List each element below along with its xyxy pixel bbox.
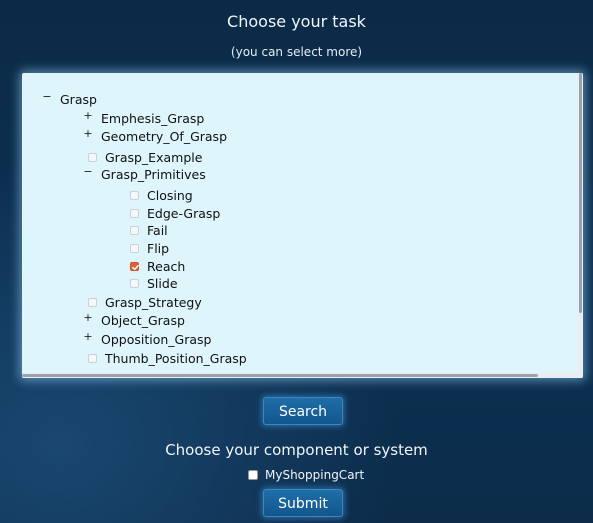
tree-node-label: Closing: [147, 188, 193, 203]
submit-button[interactable]: Submit: [263, 489, 343, 517]
tree-node-label: Emphesis_Grasp: [101, 111, 205, 126]
horizontal-scrollbar[interactable]: [22, 373, 583, 378]
tree-node-slide[interactable]: Slide: [130, 275, 178, 292]
tree-node-label: Grasp: [60, 92, 97, 107]
tree-node-label: Grasp_Primitives: [101, 167, 206, 182]
tree-node-reach[interactable]: Reach: [130, 258, 185, 275]
checkbox-checked[interactable]: [130, 262, 139, 271]
page-title: Choose your task: [227, 12, 366, 31]
component-option-myshoppingcart[interactable]: MyShoppingCart: [248, 467, 364, 483]
collapse-icon[interactable]: −: [42, 91, 52, 102]
tree-node-label: Object_Grasp: [101, 313, 185, 328]
tree-node-grasp-example[interactable]: Grasp_Example: [88, 149, 202, 166]
vertical-scrollbar[interactable]: [578, 73, 583, 373]
checkbox[interactable]: [88, 354, 97, 363]
tree-node-fail[interactable]: Fail: [130, 222, 168, 239]
tree-node-label: Grasp_Strategy: [105, 295, 202, 310]
tree-node-label: Reach: [147, 259, 186, 274]
horizontal-scrollbar-thumb[interactable]: [22, 374, 538, 377]
tree-node-edge-grasp[interactable]: Edge-Grasp: [130, 205, 220, 222]
tree-node-label: Slide: [147, 276, 178, 291]
tree-node-object-grasp[interactable]: + Object_Grasp: [83, 312, 185, 329]
tree-node-thumb-position-grasp[interactable]: Thumb_Position_Grasp: [88, 350, 247, 367]
checkbox[interactable]: [88, 298, 97, 307]
collapse-icon[interactable]: −: [83, 166, 93, 177]
tree-node-label: Opposition_Grasp: [101, 332, 212, 347]
tree-node-flip[interactable]: Flip: [130, 240, 169, 257]
tree-node-label: Fail: [147, 223, 168, 238]
checkbox[interactable]: [130, 191, 139, 200]
expand-icon[interactable]: +: [83, 110, 93, 121]
checkbox[interactable]: [130, 279, 139, 288]
vertical-scrollbar-thumb[interactable]: [579, 73, 582, 313]
checkbox[interactable]: [130, 244, 139, 253]
task-tree-panel: − Grasp + Emphesis_Grasp + Geometry_Of_G…: [22, 73, 583, 378]
task-tree: − Grasp + Emphesis_Grasp + Geometry_Of_G…: [22, 73, 578, 373]
checkbox[interactable]: [88, 153, 97, 162]
tree-node-label: Grasp_Example: [105, 150, 203, 165]
checkbox[interactable]: [130, 226, 139, 235]
component-option-label: MyShoppingCart: [265, 468, 365, 482]
expand-icon[interactable]: +: [83, 331, 93, 342]
page-subtitle: (you can select more): [230, 45, 363, 59]
tree-node-grasp-primitives[interactable]: − Grasp_Primitives: [83, 166, 206, 183]
tree-node-label: Edge-Grasp: [147, 206, 221, 221]
expand-icon[interactable]: +: [83, 128, 93, 139]
tree-node-label: Thumb_Position_Grasp: [105, 351, 247, 366]
tree-node-label: Flip: [147, 241, 170, 256]
tree-node-opposition-grasp[interactable]: + Opposition_Grasp: [83, 331, 211, 348]
tree-node-label: Geometry_Of_Grasp: [101, 129, 228, 144]
expand-icon[interactable]: +: [83, 312, 93, 323]
search-button[interactable]: Search: [263, 397, 343, 425]
tree-node-emphesis-grasp[interactable]: + Emphesis_Grasp: [83, 110, 204, 127]
tree-node-closing[interactable]: Closing: [130, 187, 193, 204]
checkbox[interactable]: [248, 470, 258, 480]
tree-node-geometry-of-grasp[interactable]: + Geometry_Of_Grasp: [83, 128, 227, 145]
checkmark-icon: [132, 264, 139, 271]
checkbox[interactable]: [130, 209, 139, 218]
tree-node-grasp[interactable]: − Grasp: [42, 91, 97, 108]
tree-node-grasp-strategy[interactable]: Grasp_Strategy: [88, 294, 202, 311]
component-section-label: Choose your component or system: [165, 441, 428, 459]
